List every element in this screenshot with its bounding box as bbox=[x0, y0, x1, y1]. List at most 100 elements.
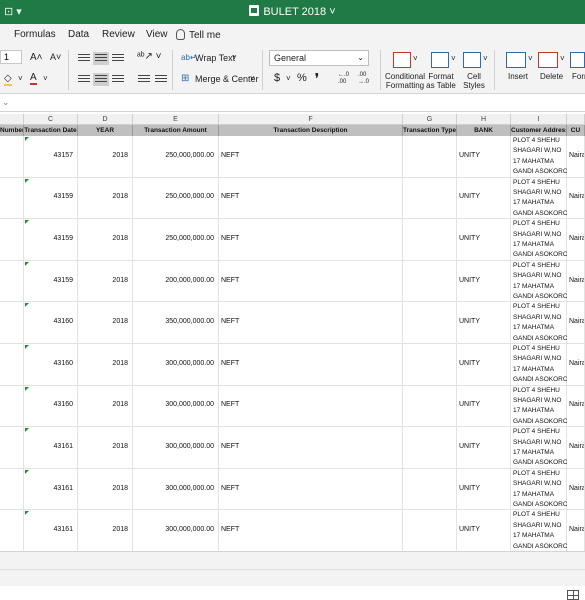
insert-button[interactable]: Insert bbox=[508, 72, 528, 81]
cell-bank[interactable]: UNITY bbox=[457, 510, 511, 551]
cell-transaction-amount[interactable]: 350,000,000.00 bbox=[133, 302, 219, 344]
field-header[interactable]: Number bbox=[0, 125, 24, 136]
column-header[interactable]: G bbox=[403, 114, 457, 125]
cell-transaction-amount[interactable]: 300,000,000.00 bbox=[133, 427, 219, 469]
field-header[interactable]: BANK bbox=[457, 125, 511, 136]
cell-transaction-description[interactable]: NEFT bbox=[219, 344, 403, 386]
cell-number[interactable] bbox=[0, 136, 24, 178]
cell-transaction-amount[interactable]: 200,000,000.00 bbox=[133, 260, 219, 303]
cell-number[interactable] bbox=[0, 427, 24, 469]
column-header[interactable]: H bbox=[457, 114, 511, 125]
merge-center-button[interactable]: Merge & Center bbox=[195, 74, 259, 84]
error-indicator-icon[interactable] bbox=[25, 428, 29, 433]
cell-transaction-amount[interactable]: 300,000,000.00 bbox=[133, 468, 219, 511]
cell-transaction-date[interactable]: 43161 bbox=[24, 468, 78, 511]
cell-transaction-description[interactable]: NEFT bbox=[219, 510, 403, 551]
cell-currency[interactable]: Naira bbox=[567, 468, 585, 511]
percent-format-button[interactable]: % bbox=[297, 72, 307, 84]
field-header[interactable]: YEAR bbox=[78, 125, 133, 136]
field-header[interactable]: Transaction Date bbox=[24, 125, 78, 136]
column-header[interactable]: C bbox=[24, 114, 78, 125]
font-size-input[interactable]: 1 bbox=[0, 50, 22, 64]
chevron-down-icon[interactable]: ˅ bbox=[18, 74, 23, 83]
tab-formulas[interactable]: Formulas bbox=[14, 29, 56, 40]
cell-transaction-date[interactable]: 43157 bbox=[24, 136, 78, 178]
cell-number[interactable] bbox=[0, 302, 24, 344]
cell-styles-icon[interactable] bbox=[463, 52, 481, 68]
decrease-indent-icon[interactable] bbox=[138, 75, 150, 84]
cell-transaction-type[interactable] bbox=[403, 427, 457, 469]
formula-bar[interactable]: ⌄ bbox=[0, 94, 585, 112]
conditional-formatting-button[interactable]: Conditional Formatting bbox=[384, 72, 426, 90]
cell-transaction-description[interactable]: NEFT bbox=[219, 385, 403, 428]
decrease-decimal-button[interactable]: .00 →.0 bbox=[358, 72, 376, 86]
cell-transaction-type[interactable] bbox=[403, 344, 457, 386]
tab-view[interactable]: View bbox=[146, 29, 168, 40]
error-indicator-icon[interactable] bbox=[25, 386, 29, 391]
column-header[interactable] bbox=[0, 114, 24, 125]
grow-font-button[interactable]: A˄ bbox=[30, 52, 43, 63]
chevron-down-icon[interactable]: ˅ bbox=[560, 54, 565, 63]
format-cells-icon[interactable] bbox=[570, 52, 585, 68]
cell-currency[interactable]: Naira bbox=[567, 385, 585, 428]
cell-transaction-amount[interactable]: 300,000,000.00 bbox=[133, 344, 219, 386]
cell-number[interactable] bbox=[0, 344, 24, 386]
cell-bank[interactable]: UNITY bbox=[457, 260, 511, 303]
cell-transaction-amount[interactable]: 250,000,000.00 bbox=[133, 219, 219, 261]
field-header[interactable]: Transaction Type bbox=[403, 125, 457, 136]
chevron-down-icon[interactable]: ˅ bbox=[483, 54, 488, 63]
column-header[interactable]: I bbox=[511, 114, 567, 125]
cell-transaction-description[interactable]: NEFT bbox=[219, 136, 403, 178]
tab-review[interactable]: Review bbox=[102, 29, 135, 40]
column-header[interactable]: E bbox=[133, 114, 219, 125]
merge-center-icon[interactable]: ⊞ bbox=[181, 73, 189, 84]
delete-cells-icon[interactable] bbox=[538, 52, 558, 68]
cell-year[interactable]: 2018 bbox=[78, 427, 133, 469]
cell-styles-button[interactable]: Cell Styles bbox=[460, 72, 488, 90]
spreadsheet-grid[interactable]: C D E F G H I Number Transaction Date YEAR Transac… bbox=[0, 114, 585, 551]
chevron-down-icon[interactable]: ˅ bbox=[413, 54, 418, 63]
cell-transaction-type[interactable] bbox=[403, 302, 457, 344]
cell-bank[interactable]: UNITY bbox=[457, 344, 511, 386]
cell-bank[interactable]: UNITY bbox=[457, 468, 511, 511]
cell-transaction-description[interactable]: NEFT bbox=[219, 302, 403, 344]
cell-currency[interactable]: Naira bbox=[567, 177, 585, 220]
cell-bank[interactable]: UNITY bbox=[457, 385, 511, 428]
cell-transaction-description[interactable]: NEFT bbox=[219, 219, 403, 261]
cell-transaction-amount[interactable]: 300,000,000.00 bbox=[133, 510, 219, 551]
align-left-icon[interactable] bbox=[78, 75, 90, 84]
cell-transaction-type[interactable] bbox=[403, 219, 457, 261]
cell-transaction-description[interactable]: NEFT bbox=[219, 468, 403, 511]
cell-transaction-type[interactable] bbox=[403, 385, 457, 428]
cell-year[interactable]: 2018 bbox=[78, 344, 133, 386]
cell-currency[interactable]: Naira bbox=[567, 510, 585, 551]
font-color-icon[interactable]: A bbox=[30, 72, 37, 85]
cell-number[interactable] bbox=[0, 468, 24, 511]
cell-transaction-type[interactable] bbox=[403, 510, 457, 551]
cell-transaction-date[interactable]: 43159 bbox=[24, 219, 78, 261]
cell-transaction-type[interactable] bbox=[403, 136, 457, 178]
align-top-icon[interactable] bbox=[78, 54, 90, 63]
column-header[interactable]: F bbox=[219, 114, 403, 125]
error-indicator-icon[interactable] bbox=[25, 178, 29, 183]
chevron-down-icon[interactable]: ˅ bbox=[451, 54, 456, 63]
error-indicator-icon[interactable] bbox=[25, 220, 29, 225]
cell-transaction-date[interactable]: 43159 bbox=[24, 260, 78, 303]
cell-transaction-amount[interactable]: 250,000,000.00 bbox=[133, 136, 219, 178]
align-right-icon[interactable] bbox=[112, 75, 124, 84]
conditional-formatting-icon[interactable] bbox=[393, 52, 411, 68]
cell-year[interactable]: 2018 bbox=[78, 385, 133, 428]
number-format-select[interactable]: General ⌄ bbox=[269, 50, 369, 66]
chevron-down-icon[interactable]: ˅ bbox=[286, 74, 291, 83]
align-center-icon[interactable] bbox=[93, 73, 109, 86]
cell-currency[interactable]: Naira bbox=[567, 219, 585, 261]
increase-indent-icon[interactable] bbox=[155, 75, 167, 84]
cell-transaction-date[interactable]: 43161 bbox=[24, 427, 78, 469]
cell-number[interactable] bbox=[0, 510, 24, 551]
cell-year[interactable]: 2018 bbox=[78, 260, 133, 303]
error-indicator-icon[interactable] bbox=[25, 511, 29, 516]
orientation-icon[interactable]: ᵃᵇ↗ ˅ bbox=[137, 51, 162, 62]
wrap-text-button[interactable]: Wrap Text bbox=[195, 53, 235, 63]
delete-button[interactable]: Delete bbox=[540, 72, 563, 81]
increase-decimal-button[interactable]: ←.0 .00 bbox=[338, 72, 356, 86]
